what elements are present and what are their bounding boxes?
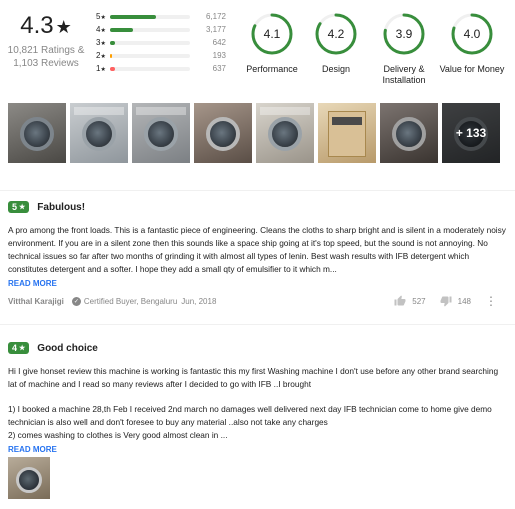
customer-photo[interactable] — [70, 103, 128, 163]
distribution-bar — [110, 53, 190, 58]
review-title: Good choice — [37, 342, 98, 354]
customer-photos: + 133 — [8, 103, 500, 163]
aspect-value-for-money: 4.0 Value for Money — [436, 12, 508, 75]
distribution-row: 1★ 637 — [96, 64, 226, 73]
distribution-count: 6,172 — [205, 12, 226, 21]
aspect-design: 4.2 Design — [300, 12, 372, 75]
read-more-link[interactable]: READ MORE — [8, 444, 506, 455]
aspect-label: Value for Money — [439, 64, 505, 74]
review-date: Jun, 2018 — [181, 296, 217, 306]
read-more-link[interactable]: READ MORE — [8, 278, 506, 289]
like-button[interactable]: 527 — [394, 295, 426, 307]
review-title: Fabulous! — [37, 201, 86, 213]
star-icon: ★ — [100, 28, 106, 34]
like-count: 527 — [412, 296, 426, 306]
certified-check-icon: ✓ — [71, 296, 81, 306]
distribution-row: 4★ 3,177 — [96, 25, 226, 34]
star-icon: ★ — [100, 67, 106, 73]
certified-buyer-location: Certified Buyer, Bengaluru — [83, 296, 178, 306]
aspect-score: 3.9 — [395, 27, 413, 41]
customer-photo[interactable] — [256, 103, 314, 163]
more-photos-count: + 133 — [442, 103, 500, 163]
overall-score: 4.3 — [20, 12, 54, 39]
aspect-delivery-installation: 3.9 Delivery & Installation — [368, 12, 440, 86]
distribution-bar-fill — [110, 14, 156, 19]
review-footer: Vitthal Karajigi ✓ Certified Buyer, Benga… — [8, 294, 508, 308]
customer-photo[interactable] — [380, 103, 438, 163]
star-icon: ★ — [100, 15, 106, 21]
thumbs-up-icon — [394, 295, 406, 306]
aspect-label: Performance — [246, 64, 298, 74]
more-options-icon[interactable]: ⋮ — [485, 294, 497, 308]
aspect-performance: 4.1 Performance — [236, 12, 308, 75]
distribution-bar — [110, 14, 190, 19]
distribution-bar — [110, 27, 190, 32]
customer-photo-box[interactable] — [318, 103, 376, 163]
aspect-score: 4.0 — [463, 27, 481, 41]
star-icon: ★ — [19, 204, 26, 211]
overall-rating: 4.3 ★ 10,821 Ratings & 1,103 Reviews — [6, 12, 86, 70]
review-text: Hi I give honset review this machine is … — [8, 365, 506, 455]
review-card: 4 ★ Good choice Hi I give honset review t… — [8, 341, 508, 499]
rating-badge: 5 ★ — [8, 201, 30, 213]
dislike-count: 148 — [457, 296, 471, 306]
ratings-count: 10,821 Ratings & — [7, 45, 85, 56]
thumbs-down-icon — [440, 296, 452, 307]
customer-photo[interactable] — [8, 103, 66, 163]
review-photo[interactable] — [8, 457, 50, 499]
distribution-count: 642 — [212, 38, 226, 47]
star-icon: ★ — [19, 345, 26, 352]
review-text: A pro among the front loads. This is a f… — [8, 225, 506, 289]
distribution-row: 2★ 193 — [96, 51, 226, 60]
distribution-bar-fill — [110, 53, 112, 58]
distribution-bar-fill — [110, 27, 134, 32]
aspect-score: 4.1 — [263, 27, 281, 41]
rating-badge: 4 ★ — [8, 342, 30, 354]
distribution-bar-fill — [110, 66, 115, 71]
divider — [0, 324, 515, 325]
aspect-label: Design — [321, 64, 350, 74]
distribution-count: 193 — [212, 51, 226, 60]
rating-distribution: 5★ 6,172 4★ 3,177 3★ 642 2★ 193 1★ 637 — [96, 10, 236, 75]
distribution-bar-fill — [110, 40, 115, 45]
customer-photo[interactable] — [132, 103, 190, 163]
review-card: 5 ★ Fabulous! A pro among the front loads… — [8, 200, 508, 308]
divider — [0, 190, 515, 191]
distribution-row: 5★ 6,172 — [96, 12, 226, 21]
distribution-bar — [110, 40, 190, 45]
star-icon: ★ — [55, 17, 72, 37]
star-icon: ★ — [100, 41, 106, 47]
distribution-count: 3,177 — [205, 25, 226, 34]
reviewer-name: Vitthal Karajigi — [8, 296, 64, 306]
aspect-label: Delivery & Installation — [382, 64, 426, 85]
dislike-button[interactable]: 148 — [440, 295, 471, 307]
more-photos-tile[interactable]: + 133 — [442, 103, 500, 163]
distribution-bar — [110, 66, 190, 71]
rating-summary: 4.3 ★ 10,821 Ratings & 1,103 Reviews 5★ 6… — [0, 0, 515, 100]
star-icon: ★ — [100, 54, 106, 60]
customer-photo[interactable] — [194, 103, 252, 163]
distribution-count: 637 — [212, 64, 226, 73]
reviews-count: 1,103 Reviews — [13, 58, 79, 69]
distribution-row: 3★ 642 — [96, 38, 226, 47]
aspect-score: 4.2 — [327, 27, 345, 41]
